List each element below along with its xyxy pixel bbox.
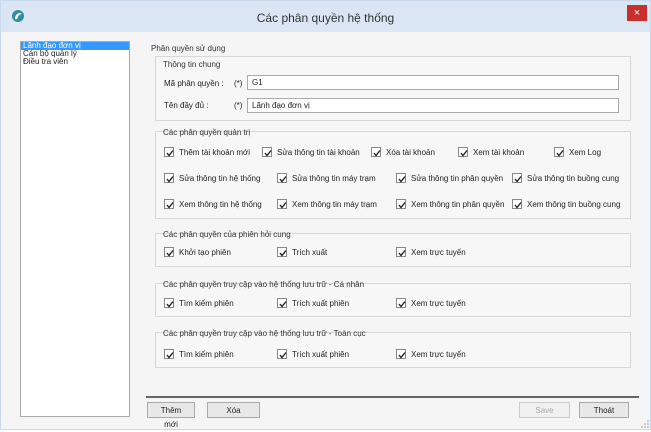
chk-view-workstation[interactable]: Xem thông tin máy trạm	[277, 199, 377, 209]
chk-label: Xem thông tin buồng cung	[527, 199, 621, 209]
checkbox-checked-icon[interactable]	[458, 147, 468, 157]
title-bar: Các phân quyền hệ thống ×	[1, 1, 650, 32]
personal-storage-title: Các phân quyền truy cập vào hệ thống lưu…	[163, 280, 365, 289]
checkbox-checked-icon[interactable]	[164, 199, 174, 209]
chk-edit-account[interactable]: Sửa thông tin tài khoản	[262, 147, 360, 157]
chk-label: Trích xuất phiên	[292, 298, 350, 308]
checkbox-checked-icon[interactable]	[164, 298, 174, 308]
window-title: Các phân quyền hệ thống	[256, 11, 395, 25]
chk-label: Xem trực tuyến	[411, 349, 466, 359]
chk-label: Xem thông tin phân quyền	[411, 199, 505, 209]
chk-global-extract[interactable]: Trích xuất phiên	[277, 349, 349, 359]
chk-label: Trích xuất phiên	[292, 349, 350, 359]
code-required-mark: (*)	[234, 79, 243, 88]
chk-view-booth[interactable]: Xem thông tin buồng cung	[512, 199, 620, 209]
code-label: Mã phân quyền :	[164, 79, 224, 88]
role-item-dieu-tra-vien[interactable]: Điều tra viên	[21, 58, 129, 66]
chk-label: Xem Log	[569, 147, 602, 157]
chk-label: Xem thông tin máy trạm	[292, 199, 377, 209]
chk-label: Sửa thông tin tài khoản	[277, 147, 360, 157]
checkbox-checked-icon[interactable]	[371, 147, 381, 157]
chk-edit-booth[interactable]: Sửa thông tin buồng cung	[512, 173, 619, 183]
chk-label: Sửa thông tin máy trạm	[292, 173, 376, 183]
chk-label: Tìm kiếm phiên	[179, 298, 234, 308]
chk-label: Xem tài khoản	[473, 147, 525, 157]
add-button[interactable]: Thêm mới	[147, 402, 195, 429]
chk-label: Xem thông tin hệ thống	[179, 199, 262, 209]
chk-edit-workstation[interactable]: Sửa thông tin máy trạm	[277, 173, 376, 183]
chk-view-log[interactable]: Xem Log	[554, 147, 601, 157]
chk-label: Thêm tài khoản mới	[179, 147, 251, 157]
checkbox-checked-icon[interactable]	[262, 147, 272, 157]
delete-button[interactable]: Xóa	[207, 402, 260, 418]
chk-global-view-online[interactable]: Xem trực tuyến	[396, 349, 466, 359]
session-permissions-title: Các phân quyền của phiên hỏi cung	[163, 230, 291, 239]
checkbox-checked-icon[interactable]	[554, 147, 564, 157]
chk-label: Xem trực tuyến	[411, 298, 466, 308]
chk-label: Sửa thông tin buồng cung	[527, 173, 620, 183]
name-label: Tên đầy đủ :	[164, 101, 209, 110]
section-title: Phân quyền sử dụng	[151, 44, 226, 53]
chk-start-session[interactable]: Khởi tạo phiên	[164, 247, 231, 257]
chk-label: Khởi tạo phiên	[179, 247, 231, 257]
chk-label: Trích xuất	[292, 247, 328, 257]
chk-extract[interactable]: Trích xuất	[277, 247, 327, 257]
chk-personal-extract[interactable]: Trích xuất phiên	[277, 298, 349, 308]
chk-label: Sửa thông tin hệ thống	[179, 173, 261, 183]
chk-label: Xem trực tuyến	[411, 247, 466, 257]
admin-permissions-title: Các phân quyền quản trị	[163, 128, 251, 137]
save-button[interactable]: Save	[519, 402, 570, 418]
permissions-window: Các phân quyền hệ thống × Lãnh đạo đơn v…	[0, 0, 651, 430]
chk-view-account[interactable]: Xem tài khoản	[458, 147, 524, 157]
chk-personal-search[interactable]: Tìm kiếm phiên	[164, 298, 234, 308]
code-input[interactable]	[247, 75, 619, 90]
general-info-title: Thông tin chung	[163, 60, 221, 69]
checkbox-checked-icon[interactable]	[164, 349, 174, 359]
role-list[interactable]: Lãnh đạo đơn vị Cán bộ quản lý Điều tra …	[20, 41, 130, 417]
chk-view-online[interactable]: Xem trực tuyến	[396, 247, 466, 257]
resize-grip-icon[interactable]	[641, 420, 649, 428]
checkbox-checked-icon[interactable]	[396, 298, 406, 308]
close-button[interactable]: ×	[627, 5, 647, 21]
checkbox-checked-icon[interactable]	[277, 247, 287, 257]
chk-label: Xóa tài khoản	[386, 147, 435, 157]
checkbox-checked-icon[interactable]	[277, 349, 287, 359]
name-input[interactable]	[247, 98, 619, 113]
chk-view-permission[interactable]: Xem thông tin phân quyền	[396, 199, 504, 209]
checkbox-checked-icon[interactable]	[512, 199, 522, 209]
checkbox-checked-icon[interactable]	[396, 199, 406, 209]
chk-view-system[interactable]: Xem thông tin hệ thống	[164, 199, 262, 209]
name-required-mark: (*)	[234, 101, 243, 110]
chk-add-account[interactable]: Thêm tài khoản mới	[164, 147, 250, 157]
checkbox-checked-icon[interactable]	[277, 298, 287, 308]
exit-button[interactable]: Thoát	[579, 402, 629, 418]
chk-global-search[interactable]: Tìm kiếm phiên	[164, 349, 234, 359]
footer-divider	[146, 396, 639, 398]
chk-label: Sửa thông tin phân quyền	[411, 173, 504, 183]
checkbox-checked-icon[interactable]	[164, 173, 174, 183]
checkbox-checked-icon[interactable]	[277, 173, 287, 183]
checkbox-checked-icon[interactable]	[164, 247, 174, 257]
chk-edit-permission[interactable]: Sửa thông tin phân quyền	[396, 173, 503, 183]
chk-edit-system[interactable]: Sửa thông tin hệ thống	[164, 173, 260, 183]
checkbox-checked-icon[interactable]	[164, 147, 174, 157]
checkbox-checked-icon[interactable]	[396, 173, 406, 183]
checkbox-checked-icon[interactable]	[396, 349, 406, 359]
checkbox-checked-icon[interactable]	[512, 173, 522, 183]
chk-personal-view-online[interactable]: Xem trực tuyến	[396, 298, 466, 308]
checkbox-checked-icon[interactable]	[396, 247, 406, 257]
checkbox-checked-icon[interactable]	[277, 199, 287, 209]
chk-label: Tìm kiếm phiên	[179, 349, 234, 359]
chk-delete-account[interactable]: Xóa tài khoản	[371, 147, 435, 157]
global-storage-title: Các phân quyền truy cập vào hệ thống lưu…	[163, 329, 366, 338]
